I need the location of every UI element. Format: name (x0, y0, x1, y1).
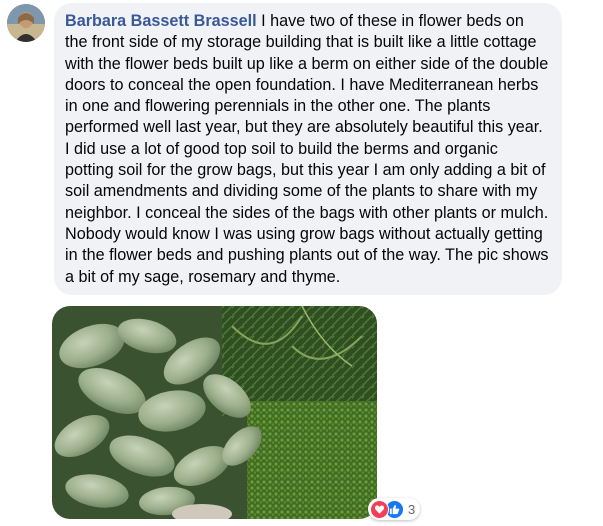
reaction-count: 3 (408, 501, 416, 517)
comment-author-link[interactable]: Barbara Bassett Brassell (65, 12, 257, 30)
comment-photo[interactable] (52, 306, 377, 519)
avatar[interactable] (7, 4, 45, 42)
comment-text: I have two of these in flower beds on th… (65, 12, 549, 286)
love-icon (370, 499, 389, 519)
reaction-summary[interactable]: 3 (368, 498, 421, 520)
comment-bubble: Barbara Bassett Brassell I have two of t… (54, 3, 562, 295)
